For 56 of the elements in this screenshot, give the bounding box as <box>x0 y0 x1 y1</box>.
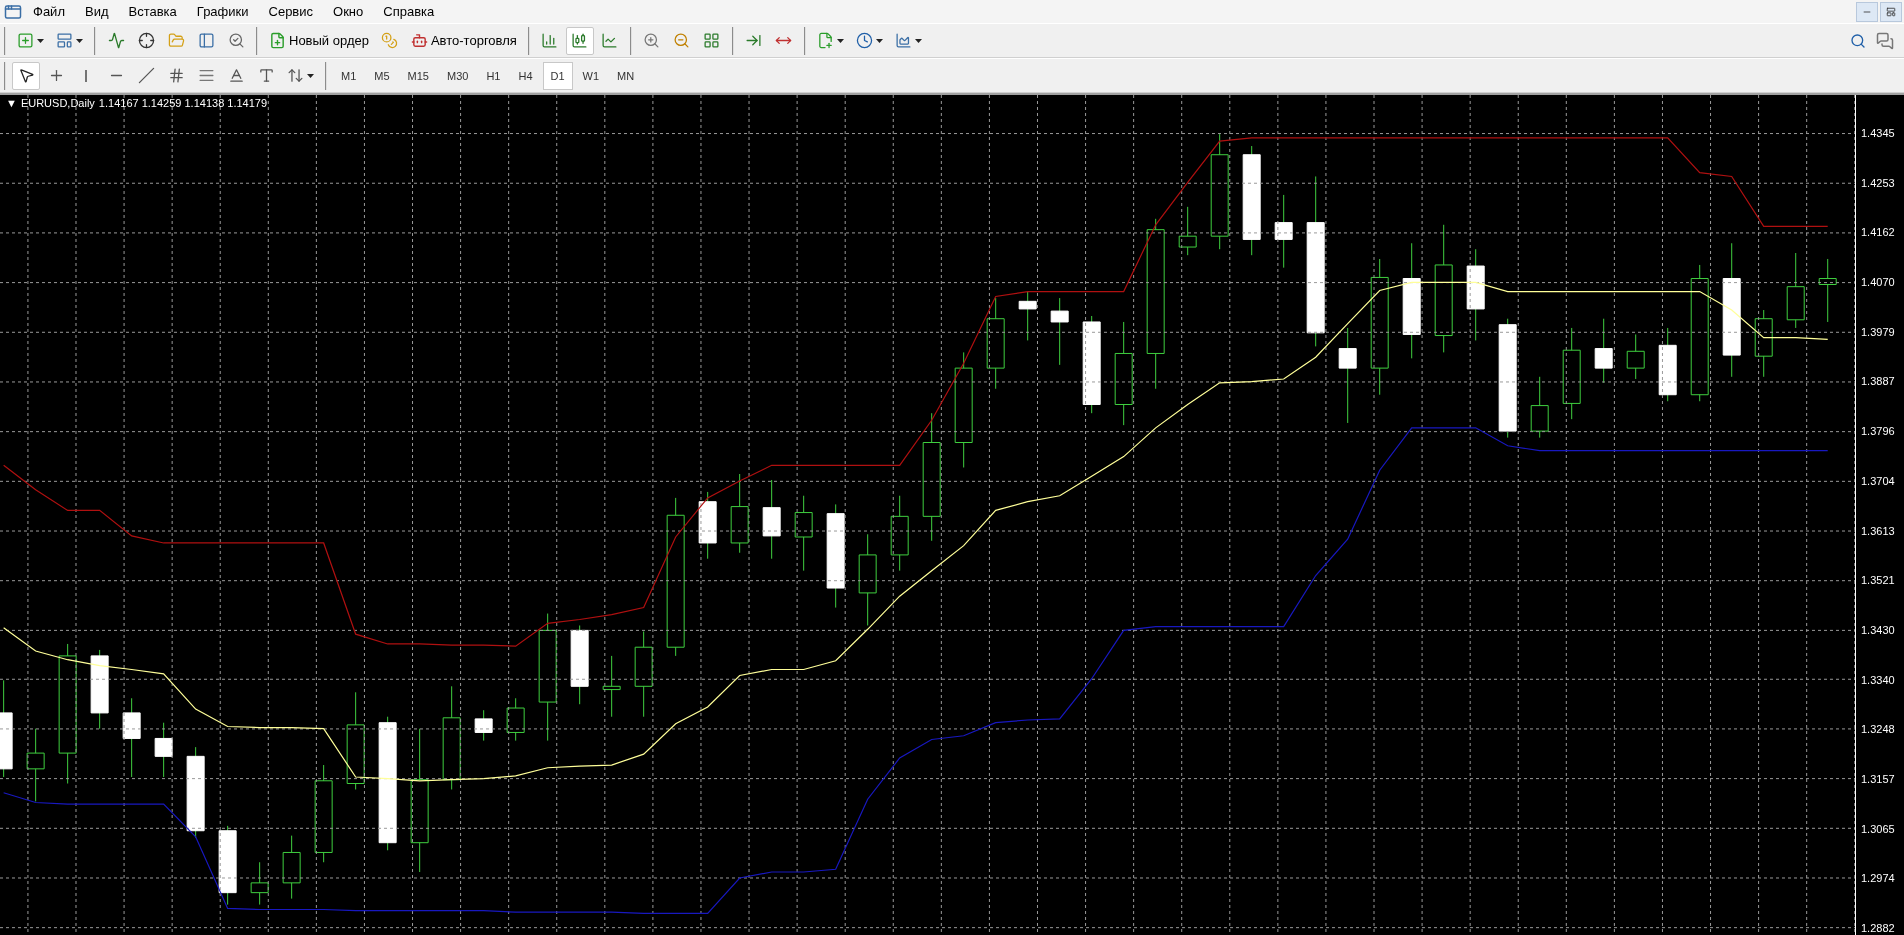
restore-icon[interactable] <box>1880 1 1902 22</box>
price-label: 1.3430 <box>1860 622 1896 638</box>
timeframe-button[interactable]: W1 <box>574 61 608 90</box>
price-label: 1.3340 <box>1860 672 1896 688</box>
price-label: 1.4162 <box>1860 225 1896 241</box>
price-label: 1.4345 <box>1860 126 1896 141</box>
menu-item[interactable]: Справка <box>374 1 444 23</box>
chat-icon[interactable] <box>1876 31 1894 50</box>
price-label: 1.3613 <box>1860 523 1896 539</box>
price-label: 1.3065 <box>1860 821 1896 837</box>
price-label: 1.2974 <box>1860 871 1896 887</box>
caret-icon <box>37 38 44 43</box>
price-label: 1.4070 <box>1860 275 1896 291</box>
profiles-icon <box>56 32 73 50</box>
menu-item[interactable]: Вид <box>75 1 118 23</box>
autotrading-button[interactable]: Авто-торговля <box>405 26 522 55</box>
search-icon[interactable] <box>1850 32 1866 49</box>
robot-icon <box>410 32 428 50</box>
minimize-icon[interactable] <box>1856 1 1878 22</box>
caret-icon <box>76 38 83 43</box>
cursor-icon[interactable] <box>12 61 40 90</box>
price-label: 1.3887 <box>1860 374 1896 390</box>
timeframe-button[interactable]: MN <box>609 61 643 90</box>
collapse-arrow[interactable]: ▼ <box>6 97 17 109</box>
timeframe-button[interactable]: M5 <box>366 61 398 90</box>
app-icon[interactable] <box>4 2 22 21</box>
document-plus-icon <box>269 32 286 50</box>
price-label: 1.4253 <box>1860 175 1896 191</box>
timeframe-button[interactable]: M1 <box>333 61 365 90</box>
arrows-icon <box>287 67 304 85</box>
timeframe-button[interactable]: H1 <box>478 61 509 90</box>
price-label: 1.3704 <box>1860 473 1896 489</box>
caret-icon <box>307 73 314 78</box>
caret-icon <box>875 38 883 43</box>
price-label: 1.3521 <box>1860 573 1896 589</box>
symbol-title: EURUSD,Daily <box>20 97 95 109</box>
timeframe-button[interactable]: M15 <box>399 61 437 90</box>
ohlc-values: 1.14167 1.14259 1.14138 1.14179 <box>98 97 268 109</box>
timeframe-button[interactable]: D1 <box>542 61 573 90</box>
caret-icon <box>836 38 844 43</box>
price-label: 1.3796 <box>1860 424 1896 440</box>
menu-item[interactable]: Графики <box>187 1 258 23</box>
menu-item[interactable]: Сервис <box>259 1 323 23</box>
price-label: 1.3157 <box>1860 771 1896 787</box>
timeframe-button[interactable]: H4 <box>510 61 541 90</box>
price-label: 1.3979 <box>1860 324 1896 340</box>
caret-icon <box>914 38 922 43</box>
price-label: 1.3248 <box>1860 722 1896 738</box>
new-order-button[interactable]: Новый ордер <box>264 26 374 55</box>
price-label: 1.2882 <box>1860 921 1896 935</box>
new-chart-icon <box>17 32 34 50</box>
candlestick-chart-icon[interactable] <box>565 26 594 55</box>
menu-item[interactable]: Файл <box>24 1 74 23</box>
timeframe-button[interactable]: M30 <box>438 61 477 90</box>
menu-item[interactable]: Вставка <box>119 1 186 23</box>
menu-item[interactable]: Окно <box>324 1 373 23</box>
